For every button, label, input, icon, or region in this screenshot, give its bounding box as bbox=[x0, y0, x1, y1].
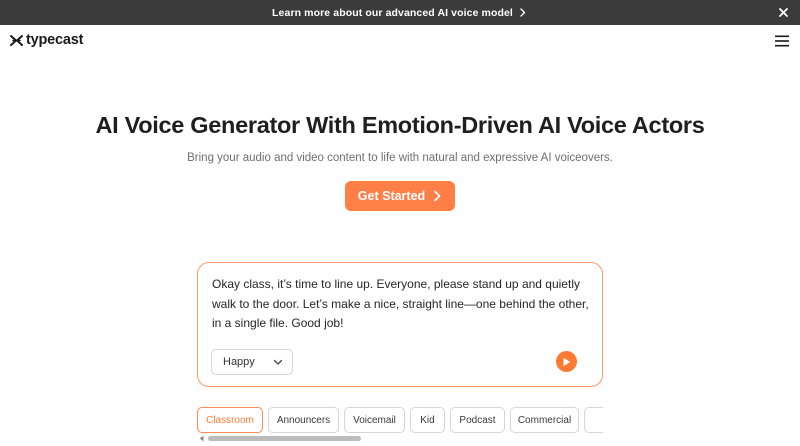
announcement-banner: Learn more about our advanced AI voice m… bbox=[0, 0, 800, 25]
voice-demo-card: Okay class, it’s time to line up. Everyo… bbox=[197, 262, 603, 387]
emotion-selected-value: Happy bbox=[223, 356, 255, 368]
hero-title: AI Voice Generator With Emotion-Driven A… bbox=[95, 112, 705, 138]
tab-podcast[interactable]: Podcast bbox=[450, 407, 505, 433]
site-header: typecast bbox=[0, 25, 800, 57]
banner-link[interactable]: Learn more about our advanced AI voice m… bbox=[272, 7, 528, 19]
logo[interactable]: typecast bbox=[9, 32, 83, 48]
hamburger-menu-icon[interactable] bbox=[775, 35, 789, 47]
play-icon bbox=[563, 357, 571, 366]
scroll-left-arrow-icon[interactable] bbox=[199, 435, 204, 442]
typecast-logo-icon bbox=[10, 34, 23, 46]
chevron-right-icon bbox=[434, 190, 441, 202]
tab-classroom[interactable]: Classroom bbox=[197, 407, 263, 433]
voice-script-text[interactable]: Okay class, it’s time to line up. Everyo… bbox=[212, 275, 592, 334]
tab-commercial[interactable]: Commercial bbox=[510, 407, 579, 433]
logo-text: typecast bbox=[26, 32, 84, 48]
tab-announcers[interactable]: Announcers bbox=[268, 407, 339, 433]
category-scrollbar[interactable] bbox=[197, 435, 603, 442]
emotion-select[interactable]: Happy bbox=[211, 349, 293, 375]
banner-text: Learn more about our advanced AI voice m… bbox=[272, 6, 513, 19]
chevron-down-icon bbox=[273, 359, 283, 365]
chevron-right-icon bbox=[520, 8, 526, 17]
hero-subtitle: Bring your audio and video content to li… bbox=[187, 152, 613, 164]
tab-kid[interactable]: Kid bbox=[410, 407, 445, 433]
category-tabs: Classroom Announcers Voicemail Kid Podca… bbox=[197, 407, 603, 434]
get-started-label: Get Started bbox=[357, 189, 426, 203]
get-started-button[interactable]: Get Started bbox=[345, 181, 455, 211]
scrollbar-thumb[interactable] bbox=[208, 436, 361, 441]
tab-voicemail[interactable]: Voicemail bbox=[344, 407, 405, 433]
tab-more-partial[interactable] bbox=[584, 407, 603, 433]
play-button[interactable] bbox=[556, 351, 577, 372]
close-icon[interactable] bbox=[777, 6, 790, 19]
